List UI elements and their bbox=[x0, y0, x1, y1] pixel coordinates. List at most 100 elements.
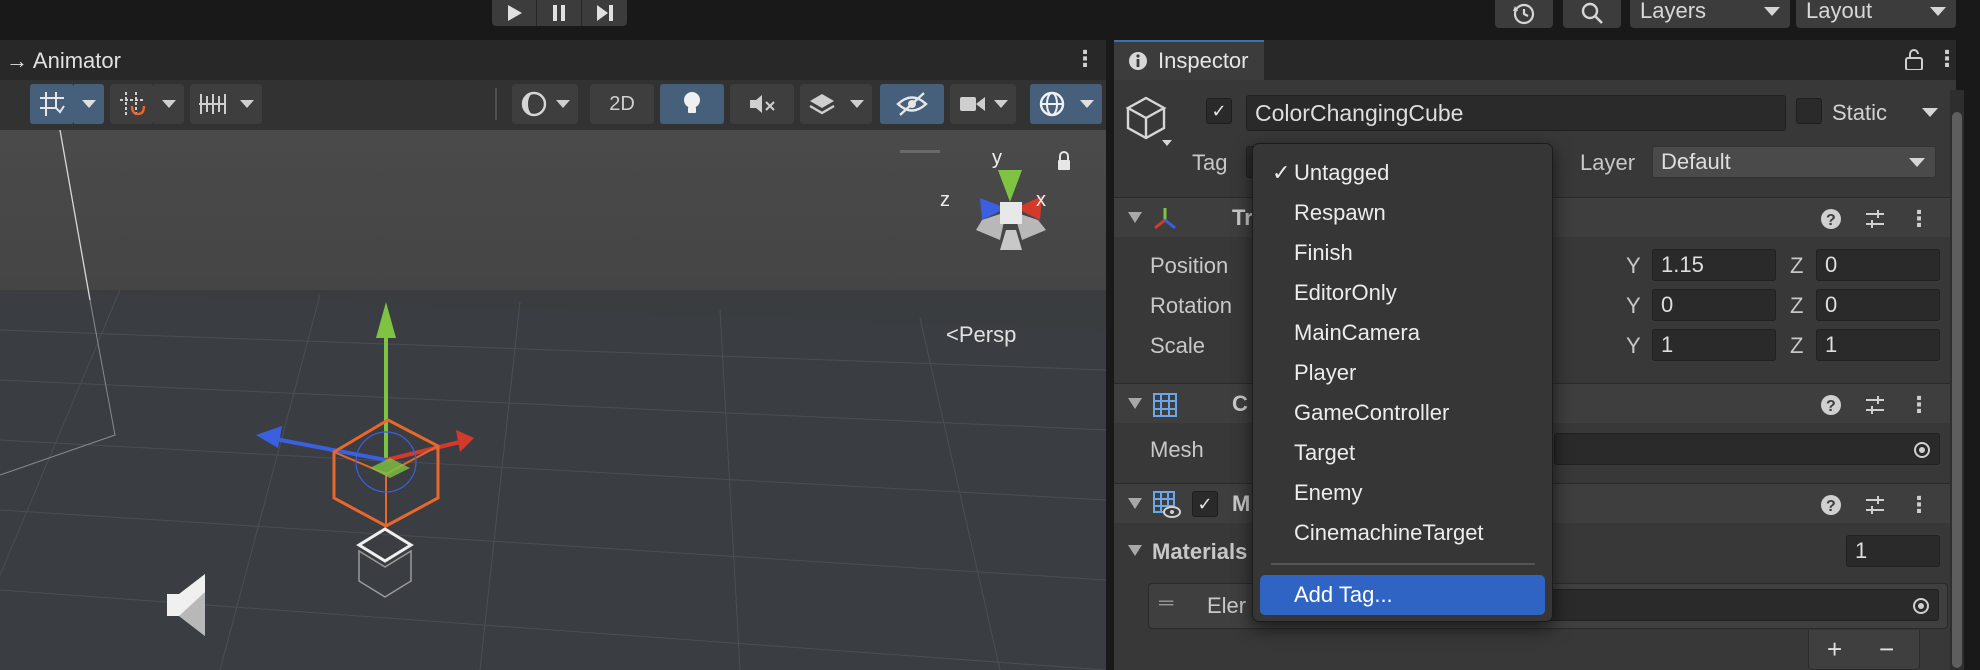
scale-y-field[interactable]: 1 bbox=[1652, 329, 1776, 361]
play-button[interactable] bbox=[492, 0, 537, 26]
chevron-down-icon[interactable] bbox=[1922, 108, 1938, 118]
help-icon[interactable]: ? bbox=[1820, 394, 1842, 416]
menu-item-player[interactable]: Player bbox=[1260, 353, 1545, 393]
mesh-label: Mesh bbox=[1150, 437, 1204, 462]
panel-splitter[interactable] bbox=[1106, 34, 1114, 670]
lightbulb-icon bbox=[684, 92, 700, 113]
scene-lighting-button[interactable] bbox=[660, 84, 724, 124]
inspector-tab-bar: Inspector ⋮ bbox=[1114, 40, 1958, 80]
add-element-button[interactable]: + bbox=[1827, 634, 1842, 665]
scene-audio-button[interactable] bbox=[730, 84, 794, 124]
mesh-renderer-enabled-checkbox[interactable]: ✓ bbox=[1192, 491, 1218, 517]
rotation-y-axis: Y bbox=[1626, 293, 1641, 318]
grid-visibility-button[interactable] bbox=[190, 84, 234, 124]
move-tool-gizmo[interactable] bbox=[250, 280, 490, 550]
tab-inspector[interactable]: Inspector bbox=[1114, 40, 1264, 80]
increment-snap-icon bbox=[120, 92, 146, 116]
menu-item-maincamera[interactable]: MainCamera bbox=[1260, 313, 1545, 353]
gizmos-dropdown[interactable] bbox=[1072, 84, 1102, 124]
panel-menu-icon[interactable]: ⋮ bbox=[1074, 46, 1096, 72]
presets-sliders-icon[interactable] bbox=[1864, 208, 1886, 230]
position-label: Position bbox=[1150, 253, 1229, 278]
scene-viewport[interactable]: y x z <Persp bbox=[0, 130, 1106, 670]
gizmos-button[interactable] bbox=[1030, 84, 1074, 124]
tab-animator[interactable]: → Animator bbox=[6, 48, 121, 74]
menu-item-respawn[interactable]: Respawn bbox=[1260, 193, 1545, 233]
help-icon[interactable]: ? bbox=[1820, 494, 1842, 516]
material-element-field[interactable] bbox=[1547, 589, 1939, 621]
toolbar-divider bbox=[495, 88, 497, 120]
menu-item-add-tag[interactable]: Add Tag... bbox=[1260, 575, 1545, 615]
menu-item-cinemachinetarget[interactable]: CinemachineTarget bbox=[1260, 513, 1545, 553]
mode-2d-label: 2D bbox=[609, 92, 635, 115]
undo-history-button[interactable] bbox=[1495, 0, 1553, 28]
menu-item-finish[interactable]: Finish bbox=[1260, 233, 1545, 273]
materials-label[interactable]: Materials bbox=[1152, 539, 1247, 565]
effects-button[interactable] bbox=[800, 84, 844, 124]
persp-arrow-icon: < bbox=[946, 322, 959, 347]
lock-icon[interactable] bbox=[1904, 48, 1924, 70]
presets-sliders-icon[interactable] bbox=[1864, 494, 1886, 516]
grid-snap-button[interactable] bbox=[30, 84, 74, 124]
layers-dropdown[interactable]: Layers bbox=[1630, 0, 1790, 28]
active-checkbox[interactable]: ✓ bbox=[1206, 98, 1232, 124]
foldout-arrow-icon bbox=[1128, 212, 1142, 223]
menu-item-editoronly[interactable]: EditorOnly bbox=[1260, 273, 1545, 313]
position-y-field[interactable]: 1.15 bbox=[1652, 249, 1776, 281]
step-button[interactable] bbox=[582, 0, 627, 26]
arrow-icon: → bbox=[6, 48, 33, 73]
menu-item-target[interactable]: Target bbox=[1260, 433, 1545, 473]
projection-label: Persp bbox=[958, 322, 1017, 347]
inspector-scrollbar[interactable] bbox=[1950, 90, 1964, 670]
checkmark-icon: ✓ bbox=[1272, 160, 1291, 185]
chevron-down-icon bbox=[162, 99, 176, 108]
mesh-object-field[interactable] bbox=[1554, 433, 1940, 465]
scene-camera-dropdown[interactable] bbox=[986, 84, 1016, 124]
remove-element-button[interactable]: − bbox=[1879, 634, 1894, 665]
help-icon[interactable]: ? bbox=[1820, 208, 1842, 230]
effects-dropdown[interactable] bbox=[842, 84, 872, 124]
history-icon bbox=[1513, 3, 1535, 25]
scale-z-field[interactable]: 1 bbox=[1816, 329, 1940, 361]
foldout-arrow-icon[interactable] bbox=[1128, 545, 1142, 557]
layout-label: Layout bbox=[1806, 0, 1873, 23]
grid-snap-dropdown[interactable] bbox=[74, 84, 104, 124]
mode-2d-button[interactable]: 2D bbox=[590, 84, 654, 124]
position-z-field[interactable]: 0 bbox=[1816, 249, 1940, 281]
pause-button[interactable] bbox=[537, 0, 582, 26]
increment-snap-dropdown[interactable] bbox=[154, 84, 184, 124]
object-name-field[interactable]: ColorChangingCube bbox=[1246, 95, 1786, 131]
component-menu-icon[interactable]: ⋮ bbox=[1908, 392, 1930, 418]
search-button[interactable] bbox=[1563, 0, 1621, 28]
chevron-down-icon bbox=[1930, 7, 1946, 16]
grid-snap-icon bbox=[40, 92, 65, 116]
component-menu-icon[interactable]: ⋮ bbox=[1908, 206, 1930, 232]
grid-visibility-dropdown[interactable] bbox=[232, 84, 262, 124]
menu-item-gamecontroller[interactable]: GameController bbox=[1260, 393, 1545, 433]
layout-dropdown[interactable]: Layout bbox=[1796, 0, 1956, 28]
drag-handle-icon[interactable]: ═ bbox=[1159, 592, 1173, 615]
materials-count-field[interactable]: 1 bbox=[1846, 535, 1940, 567]
menu-item-enemy[interactable]: Enemy bbox=[1260, 473, 1545, 513]
rotation-z-axis: Z bbox=[1790, 293, 1804, 318]
component-menu-icon[interactable]: ⋮ bbox=[1908, 492, 1930, 518]
mesh-filter-title: C bbox=[1232, 391, 1248, 416]
layer-dropdown[interactable]: Default bbox=[1652, 146, 1936, 178]
presets-sliders-icon[interactable] bbox=[1864, 394, 1886, 416]
draw-mode-dropdown[interactable] bbox=[548, 84, 578, 124]
menu-item-untagged[interactable]: ✓ Untagged bbox=[1260, 153, 1545, 193]
scene-visibility-button[interactable] bbox=[880, 84, 944, 124]
orientation-gizmo[interactable]: y x z bbox=[940, 150, 1080, 270]
search-icon bbox=[1581, 2, 1603, 24]
static-checkbox[interactable] bbox=[1796, 98, 1822, 124]
object-picker-icon[interactable] bbox=[1912, 597, 1930, 615]
object-picker-icon[interactable] bbox=[1913, 441, 1931, 459]
projection-toggle[interactable]: <Persp bbox=[946, 322, 1016, 348]
gameobject-cube-icon[interactable] bbox=[1124, 96, 1176, 154]
inspector-menu-icon[interactable]: ⋮ bbox=[1936, 46, 1958, 72]
increment-snap-button[interactable] bbox=[110, 84, 154, 124]
rotation-z-field[interactable]: 0 bbox=[1816, 289, 1940, 321]
rotation-y-field[interactable]: 0 bbox=[1652, 289, 1776, 321]
mesh-renderer-header-icons: ? ⋮ bbox=[1820, 492, 1930, 518]
scrollbar-thumb[interactable] bbox=[1952, 112, 1962, 668]
